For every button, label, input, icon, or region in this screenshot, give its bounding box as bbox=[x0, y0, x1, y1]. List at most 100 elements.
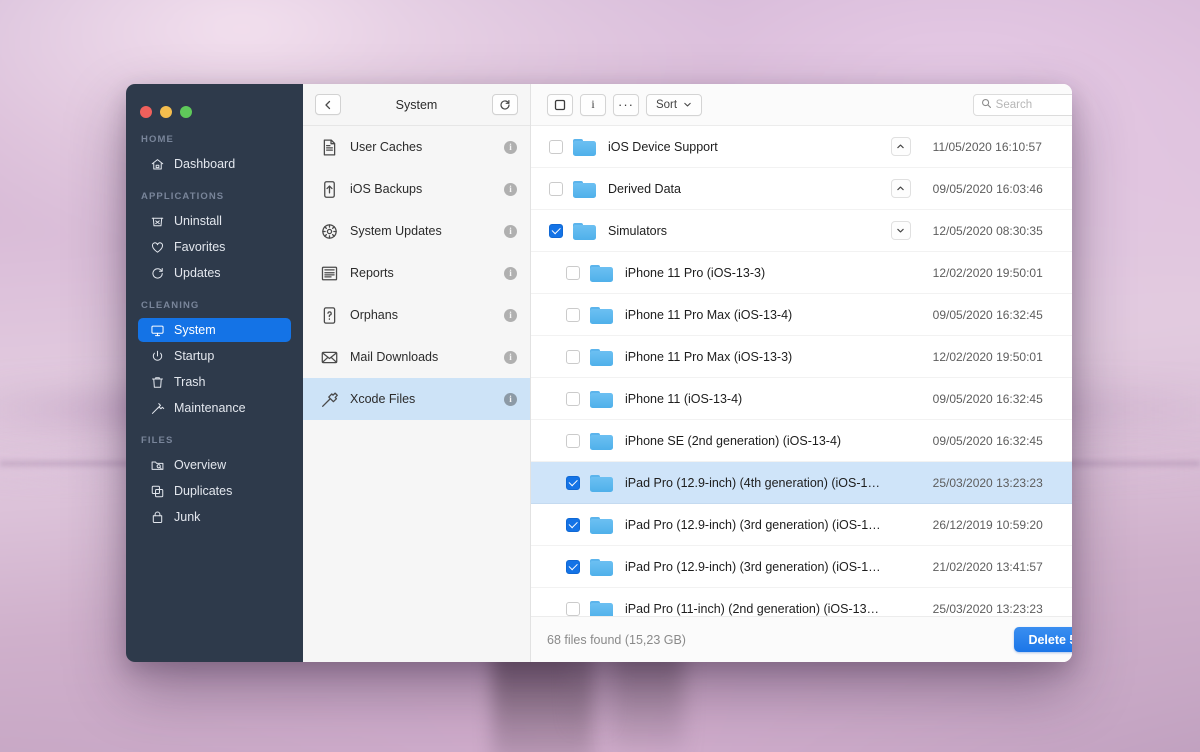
row-checkbox[interactable] bbox=[566, 265, 580, 280]
info-icon[interactable]: i bbox=[504, 224, 517, 238]
table-row[interactable]: iPhone 11 Pro (iOS-13-3) 12/02/2020 19:50… bbox=[531, 252, 1072, 294]
chevron-left-icon bbox=[322, 99, 334, 111]
minimize-button[interactable] bbox=[160, 105, 172, 118]
sidebar-item-duplicates[interactable]: Duplicates bbox=[138, 479, 291, 503]
table-row[interactable]: iPad Pro (12.9-inch) (4th generation) (i… bbox=[531, 462, 1072, 504]
back-button[interactable] bbox=[315, 94, 341, 115]
sidebar-item-trash[interactable]: Trash bbox=[138, 370, 291, 394]
status-text: 68 files found (15,23 GB) bbox=[547, 632, 686, 647]
row-checkbox[interactable] bbox=[549, 139, 563, 154]
chevron-down-icon[interactable] bbox=[890, 221, 911, 240]
close-button[interactable] bbox=[140, 105, 152, 118]
app-window: HOME Dashboard APPLICATIONS Uninstall Favori… bbox=[126, 84, 1072, 662]
zoom-button[interactable] bbox=[180, 105, 192, 118]
monitor-icon bbox=[150, 323, 165, 338]
file-panel: i ··· Sort Search iOS Device Support 11/0… bbox=[531, 84, 1072, 662]
folder-icon bbox=[590, 390, 613, 408]
category-panel-header: System bbox=[303, 84, 530, 126]
info-button[interactable]: i bbox=[580, 93, 606, 116]
table-row[interactable]: iPhone SE (2nd generation) (iOS-13-4) 09/… bbox=[531, 420, 1072, 462]
file-size: 508,1 MB bbox=[1065, 350, 1072, 364]
row-checkbox[interactable] bbox=[566, 349, 580, 364]
delete-button[interactable]: Delete 54,8 MB bbox=[1014, 627, 1072, 652]
category-item-orphans[interactable]: Orphans i bbox=[303, 294, 530, 336]
category-item-ios-backups[interactable]: iOS Backups i bbox=[303, 168, 530, 210]
info-icon[interactable]: i bbox=[504, 308, 517, 322]
refresh-button[interactable] bbox=[492, 94, 518, 115]
row-checkbox[interactable] bbox=[566, 307, 580, 322]
sidebar-item-updates[interactable]: Updates bbox=[138, 261, 291, 285]
category-item-user-caches[interactable]: User Caches i bbox=[303, 126, 530, 168]
folder-icon bbox=[590, 432, 613, 450]
row-checkbox[interactable] bbox=[566, 433, 580, 448]
file-name: iPad Pro (11-inch) (2nd generation) (iOS… bbox=[625, 601, 880, 616]
delete-button-label: Delete 54,8 MB bbox=[1028, 632, 1072, 647]
sidebar-item-favorites[interactable]: Favorites bbox=[138, 235, 291, 259]
table-row[interactable]: iPhone 11 (iOS-13-4) 09/05/2020 16:32:45 4… bbox=[531, 378, 1072, 420]
file-size: 18,3 MB bbox=[1065, 476, 1072, 490]
search-icon bbox=[981, 96, 992, 114]
sidebar-item-label: Duplicates bbox=[174, 484, 233, 498]
file-date: 26/12/2019 10:59:20 bbox=[932, 517, 1043, 532]
sidebar-item-system[interactable]: System bbox=[138, 318, 291, 342]
sidebar-item-label: Uninstall bbox=[174, 214, 222, 228]
sort-button[interactable]: Sort bbox=[646, 93, 702, 116]
category-item-reports[interactable]: Reports i bbox=[303, 252, 530, 294]
sidebar-item-label: Overview bbox=[174, 458, 227, 472]
table-row[interactable]: iPad Pro (12.9-inch) (3rd generation) (i… bbox=[531, 546, 1072, 588]
select-all-button[interactable] bbox=[547, 93, 573, 116]
file-size: 6,6 GB bbox=[1065, 140, 1072, 154]
file-name: iPad Pro (12.9-inch) (3rd generation) (i… bbox=[625, 559, 881, 574]
sidebar-item-junk[interactable]: Junk bbox=[138, 505, 291, 529]
question-file-icon bbox=[319, 305, 339, 325]
row-checkbox[interactable] bbox=[549, 223, 563, 238]
heart-icon bbox=[150, 240, 165, 255]
sidebar-item-label: Dashboard bbox=[174, 157, 236, 171]
file-size: 286,6 MB bbox=[1065, 434, 1072, 448]
file-date: 09/05/2020 16:03:46 bbox=[932, 181, 1043, 196]
info-icon[interactable]: i bbox=[504, 350, 517, 364]
table-row[interactable]: iPad Pro (11-inch) (2nd generation) (iOS… bbox=[531, 588, 1072, 616]
info-icon: i bbox=[591, 97, 595, 111]
row-checkbox[interactable] bbox=[566, 559, 580, 574]
table-row[interactable]: Derived Data 09/05/2020 16:03:46 4,68 GB bbox=[531, 168, 1072, 210]
info-icon[interactable]: i bbox=[504, 266, 517, 280]
sidebar-item-startup[interactable]: Startup bbox=[138, 344, 291, 368]
category-item-xcode-files[interactable]: Xcode Files i bbox=[303, 378, 530, 420]
window-controls bbox=[126, 92, 303, 122]
more-actions-button[interactable]: ··· bbox=[613, 93, 639, 116]
chevron-up-icon[interactable] bbox=[890, 137, 911, 156]
row-checkbox[interactable] bbox=[566, 601, 580, 616]
sidebar-item-overview[interactable]: Overview bbox=[138, 453, 291, 477]
folder-icon bbox=[573, 222, 596, 240]
sidebar-item-label: Maintenance bbox=[174, 401, 246, 415]
sidebar-group-label: FILES bbox=[141, 435, 174, 446]
table-row[interactable]: iPad Pro (12.9-inch) (3rd generation) (i… bbox=[531, 504, 1072, 546]
category-item-system-updates[interactable]: System Updates i bbox=[303, 210, 530, 252]
sidebar-item-label: Trash bbox=[174, 375, 206, 389]
table-row[interactable]: iPhone 11 Pro Max (iOS-13-3) 12/02/2020 1… bbox=[531, 336, 1072, 378]
table-row[interactable]: iOS Device Support 11/05/2020 16:10:57 6,6… bbox=[531, 126, 1072, 168]
file-toolbar: i ··· Sort Search bbox=[531, 84, 1072, 126]
row-checkbox[interactable] bbox=[566, 391, 580, 406]
copy-icon bbox=[150, 484, 165, 499]
row-checkbox[interactable] bbox=[566, 517, 580, 532]
row-checkbox[interactable] bbox=[566, 475, 580, 490]
search-input[interactable]: Search bbox=[972, 93, 1072, 116]
sidebar-item-uninstall[interactable]: Uninstall bbox=[138, 209, 291, 233]
sidebar-item-dashboard[interactable]: Dashboard bbox=[138, 152, 291, 176]
file-name: iPad Pro (12.9-inch) (3rd generation) (i… bbox=[625, 517, 881, 532]
info-icon[interactable]: i bbox=[504, 182, 517, 196]
sidebar-item-maintenance[interactable]: Maintenance bbox=[138, 396, 291, 420]
info-icon[interactable]: i bbox=[504, 140, 517, 154]
table-row[interactable]: Simulators 12/05/2020 08:30:35 2,68 GB bbox=[531, 210, 1072, 252]
row-checkbox[interactable] bbox=[549, 181, 563, 196]
folder-icon bbox=[590, 348, 613, 366]
chevron-up-icon[interactable] bbox=[890, 179, 911, 198]
folder-icon bbox=[590, 600, 613, 616]
document-icon bbox=[319, 137, 339, 157]
category-item-mail-downloads[interactable]: Mail Downloads i bbox=[303, 336, 530, 378]
info-icon[interactable]: i bbox=[504, 392, 517, 406]
table-row[interactable]: iPhone 11 Pro Max (iOS-13-4) 09/05/2020 1… bbox=[531, 294, 1072, 336]
sort-button-label: Sort bbox=[655, 98, 678, 111]
